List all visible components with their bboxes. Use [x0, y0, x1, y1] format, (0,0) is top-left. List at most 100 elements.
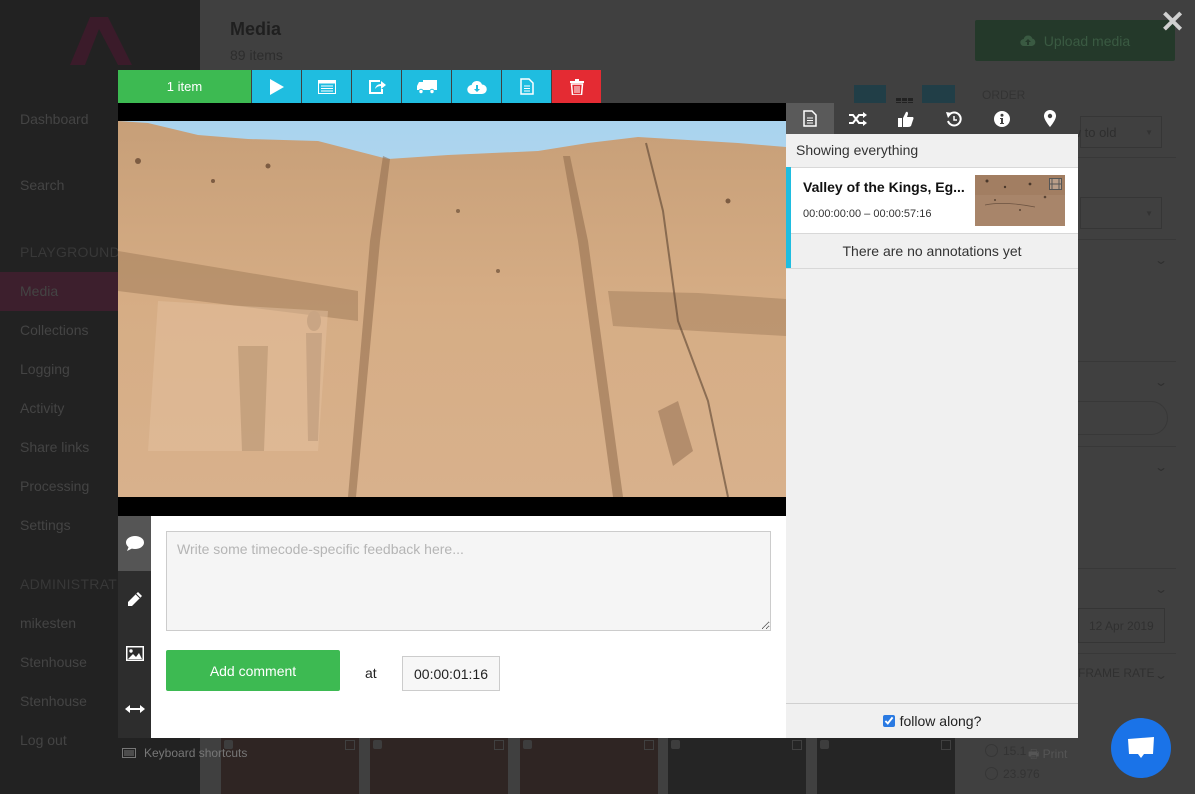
add-comment-button[interactable]: Add comment [166, 650, 340, 691]
select-checkbox[interactable] [373, 740, 382, 749]
frame-rate-label: FRAME RATE [1078, 666, 1155, 680]
document-button[interactable] [502, 70, 551, 103]
share-icon [368, 79, 386, 94]
annotations-panel: Showing everything Valley of the Kings, … [786, 103, 1078, 738]
share-button[interactable] [352, 70, 401, 103]
sidebar-item-search[interactable]: Search [20, 177, 64, 193]
select-checkbox[interactable] [820, 740, 829, 749]
clip-thumbnail [975, 175, 1065, 226]
image-tool-button[interactable] [118, 626, 151, 681]
keyboard-shortcuts-link[interactable]: Keyboard shortcuts [122, 746, 247, 760]
date-field[interactable]: 12 Apr 2019 [1078, 608, 1165, 643]
upload-media-button[interactable]: Upload media [975, 20, 1175, 61]
frame-rate-option: 23.976 [1003, 767, 1040, 781]
tab-info[interactable] [978, 103, 1026, 134]
printer-icon: 🖶 [1028, 747, 1040, 761]
empty-annotations-message: There are no annotations yet [786, 234, 1078, 269]
document-icon [519, 78, 534, 95]
divider [1078, 653, 1176, 654]
clip-card[interactable]: Valley of the Kings, Eg... 00:00:00:00 –… [786, 167, 1078, 234]
frame-rate-radio[interactable] [985, 767, 998, 780]
deliver-button[interactable] [402, 70, 451, 103]
list-view-button[interactable] [854, 85, 886, 103]
download-button[interactable] [452, 70, 501, 103]
sidebar-item-organisation[interactable]: Stenhouse [20, 693, 87, 709]
caret-down-icon: ▼ [1145, 128, 1153, 137]
map-view-button[interactable] [922, 85, 955, 103]
sidebar-item-share-links[interactable]: Share links [20, 439, 89, 455]
divider [1078, 157, 1176, 158]
media-thumbnail[interactable] [520, 738, 658, 794]
sidebar-section-playground: PLAYGROUND [20, 244, 120, 260]
sidebar-item-user[interactable]: mikesten [20, 615, 76, 631]
sidebar-item-dashboard[interactable]: Dashboard [20, 111, 89, 127]
timecode-input[interactable] [402, 656, 500, 691]
media-thumbnail[interactable] [668, 738, 806, 794]
divider [1078, 446, 1176, 447]
play-icon [269, 78, 284, 95]
film-icon [792, 740, 802, 750]
select-checkbox[interactable] [523, 740, 532, 749]
divider [1078, 239, 1176, 240]
comment-panel: Add comment at [151, 516, 786, 738]
support-chat-button[interactable] [1111, 718, 1171, 778]
annotation-tool-rail [118, 516, 151, 738]
chevron-down-icon[interactable]: ⌄ [1154, 375, 1168, 389]
chevron-down-icon[interactable]: ⌄ [1154, 460, 1168, 474]
tab-history[interactable] [930, 103, 978, 134]
sidebar-item-collections[interactable]: Collections [20, 322, 88, 338]
divider [1078, 568, 1176, 569]
media-thumbnail[interactable] [817, 738, 955, 794]
selection-count: 1 item [118, 70, 251, 103]
tab-approvals[interactable] [882, 103, 930, 134]
clip-timerange: 00:00:00:00 – 00:00:57:16 [803, 208, 932, 220]
tab-location[interactable] [1026, 103, 1074, 134]
film-icon [494, 740, 504, 750]
truck-icon [416, 79, 437, 94]
details-button[interactable] [302, 70, 351, 103]
delete-button[interactable] [552, 70, 601, 103]
sidebar-item-activity[interactable]: Activity [20, 400, 64, 416]
sidebar-item-log-out[interactable]: Log out [20, 732, 67, 748]
sidebar-item-processing[interactable]: Processing [20, 478, 89, 494]
media-toolbar: 1 item [118, 70, 602, 103]
thumbs-up-icon [898, 111, 914, 127]
sidebar-item-media[interactable]: Media [20, 283, 58, 299]
film-icon [1049, 178, 1062, 190]
comment-tool-button[interactable] [118, 516, 151, 571]
sidebar-item-account[interactable]: Stenhouse [20, 654, 87, 670]
info-icon [994, 110, 1010, 127]
media-thumbnail[interactable] [370, 738, 508, 794]
keyboard-shortcuts-label: Keyboard shortcuts [144, 746, 248, 760]
print-button[interactable]: 🖶 Print [1028, 745, 1067, 766]
sidebar-item-logging[interactable]: Logging [20, 361, 70, 377]
trash-icon [569, 78, 584, 95]
tab-versions[interactable] [834, 103, 882, 134]
arrows-horizontal-icon [124, 704, 145, 713]
map-pin-icon [1044, 110, 1056, 127]
close-modal-button[interactable]: ✕ [1160, 8, 1185, 38]
order-select[interactable]: New to old ▼ [1055, 116, 1162, 148]
draw-tool-button[interactable] [118, 571, 151, 626]
item-count: 89 items [230, 47, 283, 63]
sidebar-item-settings[interactable]: Settings [20, 517, 71, 533]
video-frame[interactable] [118, 121, 786, 497]
grid-view-button[interactable] [896, 93, 914, 105]
filter-select[interactable]: ▼ [1080, 197, 1162, 229]
select-checkbox[interactable] [671, 740, 680, 749]
filter-status: Showing everything [796, 142, 919, 158]
comment-textarea[interactable] [166, 531, 771, 631]
chevron-down-icon[interactable]: ⌄ [1154, 582, 1168, 596]
tab-annotations[interactable] [786, 103, 834, 134]
cloud-download-icon [466, 80, 487, 94]
follow-along-checkbox[interactable] [882, 715, 895, 727]
play-button[interactable] [252, 70, 301, 103]
video-player[interactable] [118, 103, 786, 516]
chevron-down-icon[interactable]: ⌄ [1154, 668, 1168, 682]
film-icon [644, 740, 654, 750]
frame-rate-radio[interactable] [985, 744, 998, 757]
follow-along-toggle[interactable]: follow along? [786, 703, 1078, 738]
range-tool-button[interactable] [118, 681, 151, 736]
upload-media-label: Upload media [1043, 32, 1131, 49]
chevron-down-icon[interactable]: ⌄ [1154, 253, 1168, 267]
